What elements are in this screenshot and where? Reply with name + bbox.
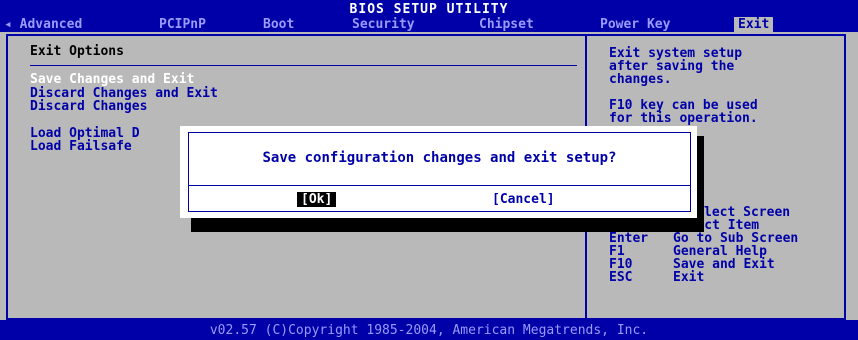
help-line-3: changes.	[609, 72, 672, 87]
app-title: BIOS SETUP UTILITY	[349, 2, 509, 17]
dialog-border	[188, 132, 691, 212]
dialog-separator	[188, 185, 691, 186]
key-esc-desc: Exit	[673, 270, 705, 285]
tab-chipset[interactable]: Chipset	[479, 17, 534, 32]
tab-pcipnp[interactable]: PCIPnP	[159, 17, 206, 32]
section-heading: Exit Options	[30, 44, 124, 59]
tab-security[interactable]: Security	[352, 17, 415, 32]
key-esc: ESC	[609, 270, 633, 285]
help-line-5: for this operation.	[609, 111, 758, 126]
dialog-message: Save configuration changes and exit setu…	[262, 150, 617, 166]
option-discard-changes[interactable]: Discard Changes	[30, 99, 147, 114]
cancel-button[interactable]: [Cancel]	[492, 192, 555, 207]
option-load-failsafe-defaults[interactable]: Load Failsafe	[30, 139, 132, 154]
ok-button[interactable]: [Ok]	[297, 192, 337, 207]
heading-underline	[30, 65, 577, 66]
copyright-text: v02.57 (C)Copyright 1985-2004, American …	[209, 323, 649, 338]
tab-boot[interactable]: Boot	[263, 17, 294, 32]
tab-power-key[interactable]: Power Key	[600, 17, 670, 32]
tab-exit[interactable]: Exit	[734, 17, 774, 32]
tab-advanced[interactable]: ◂ Advanced	[4, 17, 82, 32]
menu-bar: ◂ Advanced PCIPnP Boot Security Chipset …	[0, 17, 858, 32]
option-save-changes-and-exit[interactable]: Save Changes and Exit	[30, 72, 194, 87]
